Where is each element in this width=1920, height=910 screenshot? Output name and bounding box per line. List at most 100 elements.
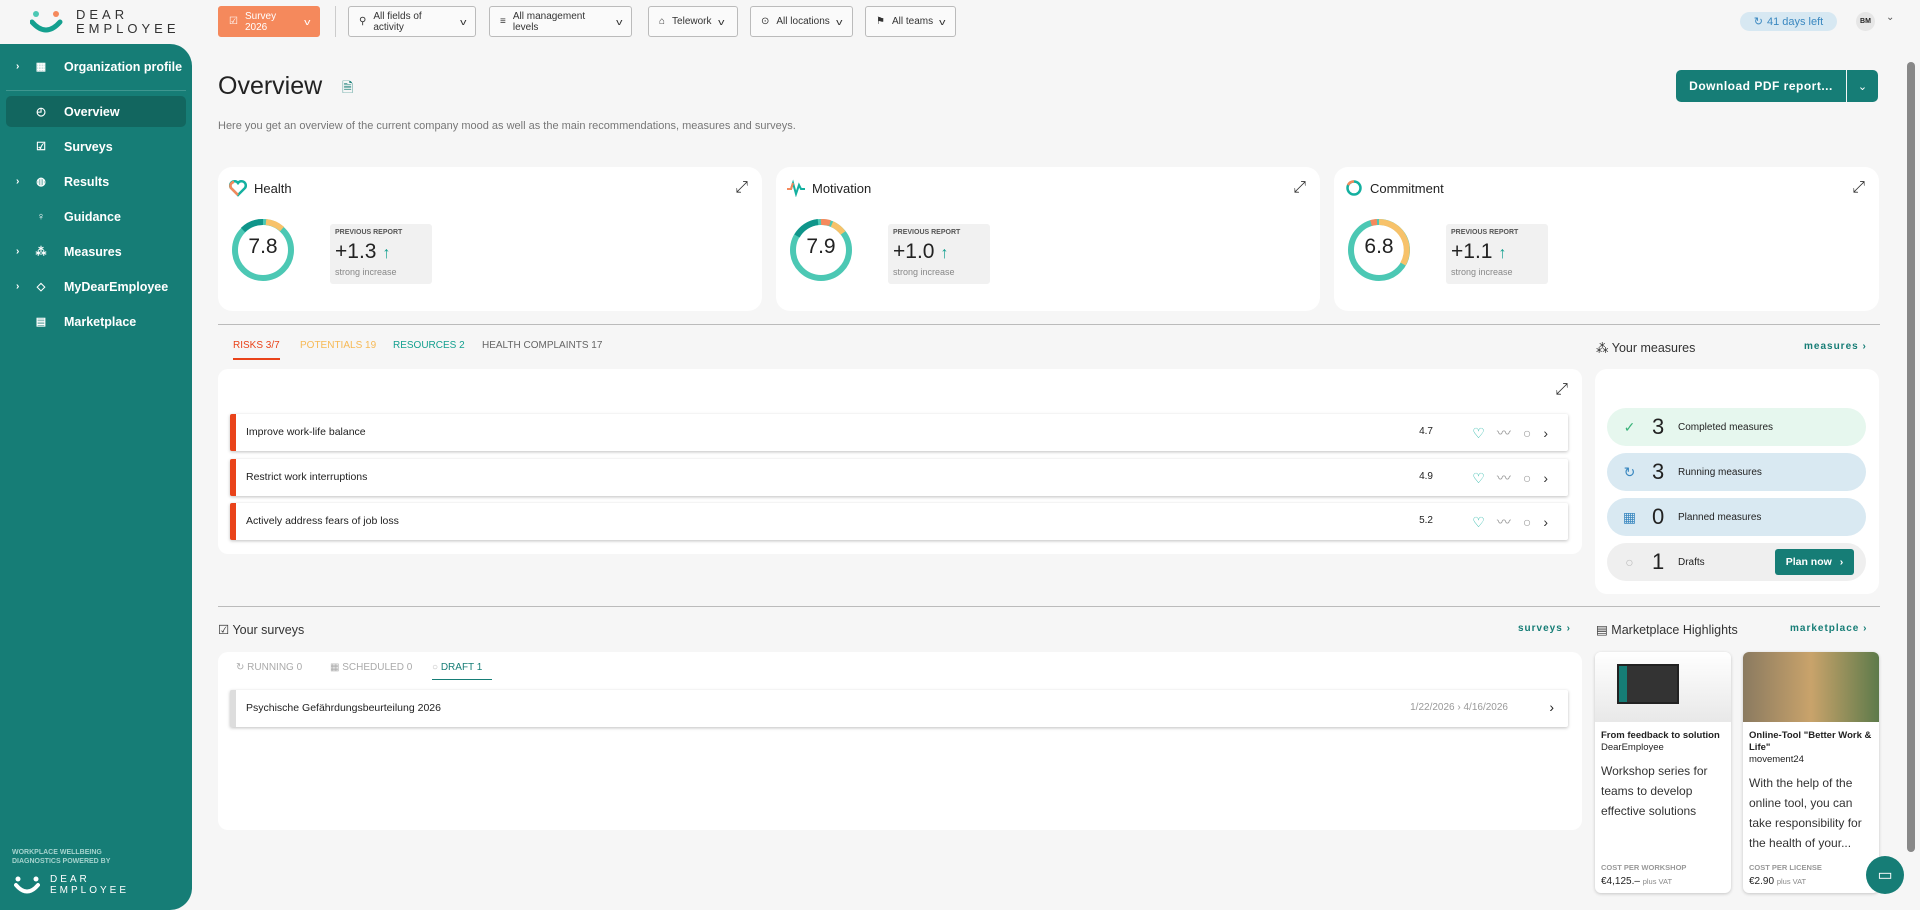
- sidebar-item-surveys[interactable]: ☑ Surveys: [6, 131, 186, 162]
- chevron-right-icon: ›: [16, 246, 20, 257]
- running-measures[interactable]: ↻ 3 Running measures: [1607, 453, 1866, 491]
- tab-risks[interactable]: RISKS 3/7: [233, 340, 280, 360]
- risk-row[interactable]: Restrict work interruptions 4.9 ♡ 〰 ○ ›: [230, 459, 1568, 496]
- sidebar-item-organization-profile[interactable]: › ▦ Organization profile: [6, 51, 186, 82]
- tab-resources[interactable]: RESOURCES 2: [393, 340, 465, 351]
- teams-filter[interactable]: ⚑ All teams v: [865, 6, 956, 37]
- tab-label: SCHEDULED: [342, 662, 404, 673]
- risk-title: Improve work-life balance: [246, 426, 366, 438]
- chevron-right-icon: ›: [1543, 470, 1548, 486]
- tab-count: 1: [476, 662, 483, 673]
- building-icon: ▦: [35, 61, 47, 73]
- logo-text-2: EMPLOYEE: [76, 21, 180, 36]
- pie-chart-icon: ◴: [36, 106, 46, 118]
- telework-filter[interactable]: ⌂ Telework v: [648, 6, 738, 37]
- management-label: All management levels: [512, 10, 586, 33]
- count: 1: [1652, 549, 1665, 574]
- product-title: Online-Tool "Better Work & Life": [1749, 730, 1872, 753]
- footer-logo: DEAR EMPLOYEE: [14, 874, 129, 896]
- marketplace-card[interactable]: From feedback to solution DearEmployee W…: [1595, 652, 1731, 893]
- kpi-title: Health: [254, 181, 292, 196]
- sidebar-item-measures[interactable]: › ⁂ Measures: [6, 236, 186, 267]
- tab-potentials[interactable]: POTENTIALS 19: [300, 340, 376, 351]
- tab-draft[interactable]: ○ DRAFT 1: [432, 662, 492, 680]
- pulse-icon: [787, 179, 805, 197]
- chevron-down-icon: v: [459, 16, 466, 27]
- survey-row[interactable]: Psychische Gefährdungsbeurteilung 2026 1…: [230, 690, 1568, 727]
- page-title: Overview: [218, 72, 323, 100]
- link-label: surveys: [1518, 623, 1563, 634]
- chevron-right-icon: ›: [16, 176, 20, 187]
- surveys-link[interactable]: surveys ›: [1518, 623, 1571, 634]
- measures-link[interactable]: measures ›: [1804, 341, 1867, 352]
- planned-measures[interactable]: ▦ 0 Planned measures: [1607, 498, 1866, 536]
- activity-filter[interactable]: ⚲ All fields of activity v: [348, 6, 476, 37]
- chevron-down-icon: v: [717, 16, 724, 27]
- management-filter[interactable]: ≡ All management levels v: [489, 6, 632, 37]
- product-description: With the help of the online tool, you ca…: [1749, 776, 1862, 850]
- globe-icon: ◍: [36, 176, 46, 188]
- label: Running measures: [1678, 466, 1762, 478]
- expand-icon[interactable]: ⤢: [1555, 381, 1568, 399]
- logo[interactable]: DEAR EMPLOYEE: [30, 8, 180, 36]
- sidebar-item-guidance[interactable]: ♀ Guidance: [6, 201, 186, 232]
- surveys-heading: ☑ Your surveys: [218, 622, 304, 637]
- avatar[interactable]: BM: [1856, 12, 1875, 31]
- calendar-icon: ▦: [1622, 508, 1637, 525]
- sidebar-item-marketplace[interactable]: ▤ Marketplace: [6, 306, 186, 337]
- logo-text-1: DEAR: [50, 874, 90, 885]
- nav-label: MyDearEmployee: [64, 279, 169, 294]
- pulse-icon: 〰: [1496, 425, 1511, 441]
- document-info-icon[interactable]: 🗎: [342, 77, 353, 101]
- risk-row[interactable]: Improve work-life balance 4.7 ♡ 〰 ○ ›: [230, 414, 1568, 451]
- heart-icon: [229, 180, 247, 197]
- tab-scheduled[interactable]: ▦ SCHEDULED 0: [330, 662, 412, 673]
- activity-label: All fields of activity: [373, 10, 422, 33]
- expand-icon[interactable]: ⤢: [735, 179, 748, 197]
- plan-now-button[interactable]: Plan now ›: [1775, 549, 1854, 575]
- prev-label: PREVIOUS REPORT: [893, 229, 961, 236]
- expand-icon[interactable]: ⤢: [1293, 179, 1306, 197]
- risk-score: 5.2: [1419, 515, 1433, 526]
- kpi-card-commitment: Commitment ⤢ 6.8 PREVIOUS REPORT +1.1 ↑ str…: [1334, 167, 1879, 311]
- sidebar: › ▦ Organization profile ◴ Overview ☑ Survey…: [0, 44, 192, 910]
- risk-row[interactable]: Actively address fears of job loss 5.2 ♡ 〰 ○…: [230, 503, 1568, 540]
- scrollbar[interactable]: [1907, 44, 1915, 910]
- download-pdf-button[interactable]: Download PDF report...: [1676, 70, 1846, 102]
- chat-icon[interactable]: ▭: [1866, 856, 1904, 894]
- completed-measures[interactable]: ✓ 3 Completed measures: [1607, 408, 1866, 446]
- product-provider: DearEmployee: [1601, 742, 1664, 753]
- account-chevron-icon[interactable]: ⌄: [1886, 12, 1894, 23]
- marketplace-link[interactable]: marketplace ›: [1790, 623, 1867, 634]
- tab-health-complaints[interactable]: HEALTH COMPLAINTS 17: [482, 340, 602, 351]
- chevron-right-icon: ›: [1543, 425, 1548, 441]
- download-options-chevron-icon[interactable]: ⌄: [1847, 70, 1878, 102]
- tab-running[interactable]: ↻ RUNNING 0: [236, 662, 302, 673]
- divider: [6, 90, 186, 91]
- page-subtitle: Here you get an overview of the current …: [218, 120, 796, 132]
- surveys-card: ↻ RUNNING 0 ▦ SCHEDULED 0 ○ DRAFT 1 Psyc…: [218, 652, 1582, 830]
- survey-select[interactable]: ☑ Survey 2026 v: [218, 6, 320, 37]
- sidebar-item-overview[interactable]: ◴ Overview: [6, 96, 186, 127]
- marketplace-card[interactable]: Online-Tool "Better Work & Life" movemen…: [1743, 652, 1879, 893]
- chevron-right-icon: ›: [16, 61, 20, 72]
- lightbulb-icon: ♀: [36, 210, 46, 223]
- nav-label: Surveys: [64, 139, 113, 154]
- label: Planned measures: [1678, 511, 1762, 523]
- smile-logo-icon: [14, 876, 40, 894]
- count: 0: [1652, 504, 1665, 529]
- expand-icon[interactable]: ⤢: [1852, 179, 1865, 197]
- locations-filter[interactable]: ⊙ All locations v: [750, 6, 853, 37]
- draft-measures[interactable]: ○ 1 Drafts Plan now ›: [1607, 543, 1866, 581]
- survey-label: Survey 2026: [244, 10, 277, 33]
- circle-icon: ○: [1522, 470, 1532, 486]
- sidebar-item-mydearemployee[interactable]: › ◇ MyDearEmployee: [6, 271, 186, 302]
- smile-logo-icon: [30, 11, 63, 33]
- product-description: Workshop series for teams to develop eff…: [1601, 764, 1708, 818]
- risk-title: Restrict work interruptions: [246, 471, 368, 483]
- survey-dates: 1/22/2026 › 4/16/2026: [1410, 702, 1508, 713]
- sidebar-item-results[interactable]: › ◍ Results: [6, 166, 186, 197]
- kpi-title: Commitment: [1370, 181, 1444, 196]
- logo-text-1: DEAR: [76, 7, 129, 22]
- measures-heading: ⁂ Your measures: [1596, 340, 1695, 355]
